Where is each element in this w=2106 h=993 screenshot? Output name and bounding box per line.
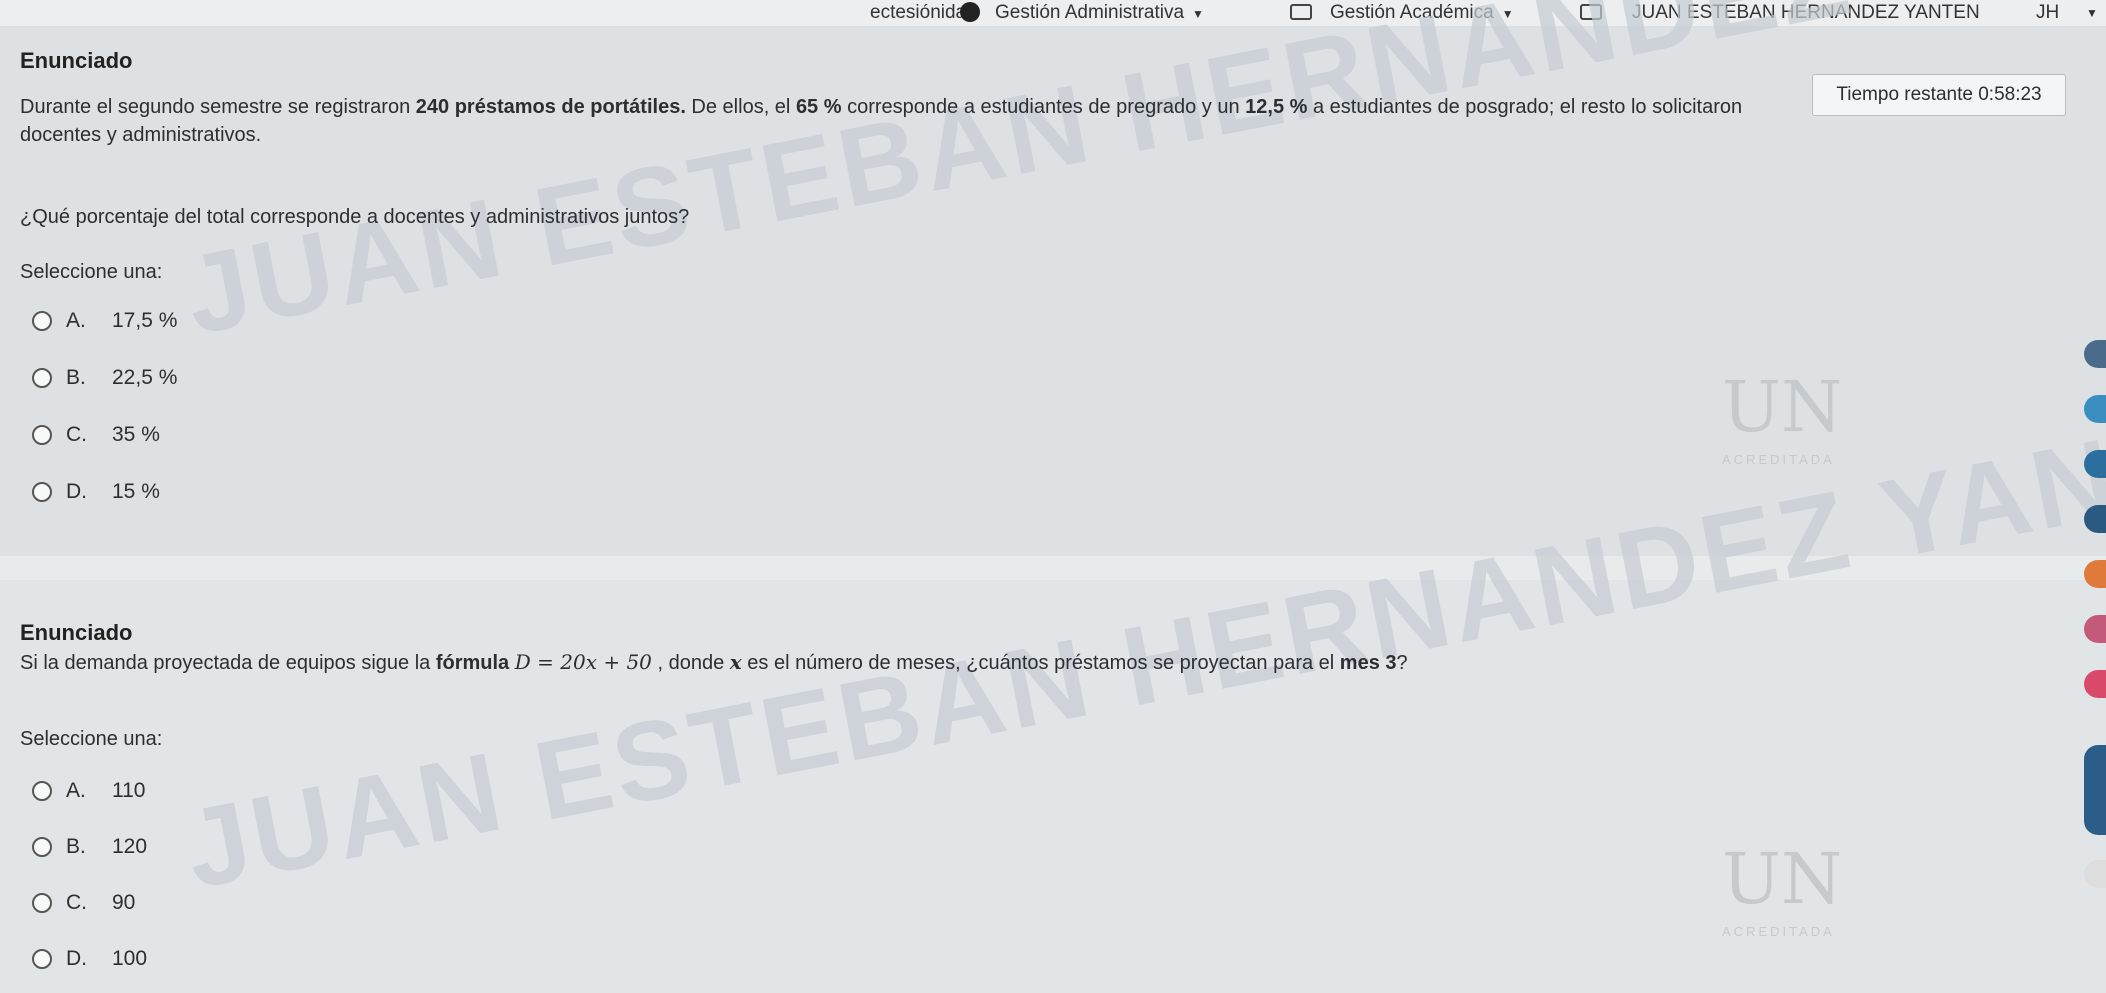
q2-bold-1: fórmula bbox=[435, 652, 510, 674]
mail-icon[interactable] bbox=[2084, 615, 2106, 643]
q2-formula: D = 20x + 50 bbox=[514, 650, 652, 674]
radio-button[interactable] bbox=[32, 837, 52, 857]
option-value: 100 bbox=[112, 947, 148, 970]
watermark-text: JUAN ESTEBAN HERNANDEZ YANTEN bbox=[175, 0, 2106, 359]
collapse-toolbar-arrow-icon[interactable] bbox=[2084, 745, 2106, 835]
info-icon bbox=[960, 2, 980, 22]
option-letter: B. bbox=[66, 835, 86, 858]
university-logo: UN ACREDITADA bbox=[1722, 356, 1852, 476]
option-value: 22,5 % bbox=[112, 366, 178, 389]
q1-option-b[interactable]: B. 22,5 % bbox=[32, 366, 177, 390]
radio-button[interactable] bbox=[32, 368, 52, 388]
q1-option-c[interactable]: C. 35 % bbox=[32, 423, 160, 447]
radio-button[interactable] bbox=[32, 311, 52, 331]
nav-admin-label: Gestión Administrativa bbox=[995, 2, 1185, 23]
option-letter: C. bbox=[66, 891, 87, 914]
q1-bold-1: 240 préstamos de portátiles. bbox=[415, 96, 686, 118]
q2-text-1: Si la demanda proyectada de equipos sigu… bbox=[20, 652, 436, 674]
q2-option-b[interactable]: B. 120 bbox=[32, 835, 147, 859]
option-letter: B. bbox=[66, 366, 86, 389]
question-2-heading: Enunciado bbox=[20, 620, 133, 645]
question-2-card: JUAN ESTEBAN HERNANDEZ YANTEN UN ACREDIT… bbox=[0, 369, 2106, 993]
question-1-statement: Durante el segundo semestre se registrar… bbox=[20, 96, 1742, 119]
radio-button[interactable] bbox=[32, 893, 52, 913]
question-2-statement: Si la demanda proyectada de equipos sigu… bbox=[20, 650, 1408, 675]
radio-button[interactable] bbox=[32, 425, 52, 445]
option-letter: A. bbox=[66, 309, 86, 332]
reading-icon[interactable] bbox=[2084, 560, 2106, 588]
time-remaining: Tiempo restante 0:58:23 bbox=[1812, 74, 2066, 116]
q2-text-4: ? bbox=[1396, 652, 1408, 674]
q2-option-c[interactable]: C. 90 bbox=[32, 891, 135, 915]
q1-text-3: corresponde a estudiantes de pregrado y … bbox=[841, 96, 1246, 118]
q1-bold-3: 12,5 % bbox=[1245, 96, 1308, 118]
logo-letters: UN bbox=[1722, 366, 1843, 448]
option-value: 35 % bbox=[112, 423, 160, 446]
nav-gestion-administrativa[interactable]: Gestión Administrativa ▼ bbox=[995, 2, 1204, 24]
select-one-label: Seleccione una: bbox=[20, 728, 163, 750]
hand-icon[interactable] bbox=[2084, 505, 2106, 533]
q2-bold-2: mes 3 bbox=[1339, 652, 1397, 674]
q1-text-2: De ellos, el bbox=[685, 96, 796, 118]
logo-accredited: ACREDITADA bbox=[1722, 924, 1835, 939]
accessibility-icon[interactable] bbox=[2084, 340, 2106, 368]
option-letter: D. bbox=[66, 480, 87, 503]
option-value: 120 bbox=[112, 835, 148, 858]
q1-text-1: Durante el segundo semestre se registrar… bbox=[20, 96, 416, 118]
text-size-icon[interactable] bbox=[2084, 670, 2106, 698]
q2-variable: x bbox=[729, 650, 742, 674]
option-value: 15 % bbox=[112, 480, 160, 503]
audio-icon[interactable] bbox=[2084, 395, 2106, 423]
logo-letters: UN bbox=[1722, 838, 1843, 920]
question-1-heading: Enunciado bbox=[20, 48, 133, 73]
option-letter: D. bbox=[66, 947, 87, 970]
user-menu-chevron-icon[interactable]: ▼ bbox=[2086, 6, 2098, 20]
university-logo: UN ACREDITADA bbox=[1722, 828, 1852, 948]
logo-accredited: ACREDITADA bbox=[1722, 452, 1835, 467]
option-value: 90 bbox=[112, 891, 136, 914]
option-letter: A. bbox=[66, 779, 86, 802]
q1-text-4: a estudiantes de posgrado; el resto lo s… bbox=[1307, 96, 1743, 118]
radio-button[interactable] bbox=[32, 482, 52, 502]
q2-text-3: es el número de meses, ¿cuántos préstamo… bbox=[741, 652, 1340, 674]
question-1-prompt: ¿Qué porcentaje del total corresponde a … bbox=[20, 206, 690, 228]
q2-option-a[interactable]: A. 110 bbox=[32, 779, 145, 803]
option-value: 110 bbox=[112, 779, 146, 802]
radio-button[interactable] bbox=[32, 781, 52, 801]
chevron-down-icon: ▼ bbox=[1192, 7, 1204, 21]
radio-button[interactable] bbox=[32, 949, 52, 969]
select-one-label: Seleccione una: bbox=[20, 261, 163, 283]
q2-text-2: , donde bbox=[651, 652, 730, 674]
user-avatar-initials[interactable]: JH bbox=[2036, 2, 2059, 24]
help-icon[interactable] bbox=[2084, 860, 2106, 888]
option-value: 17,5 % bbox=[112, 309, 178, 332]
contrast-icon[interactable] bbox=[2084, 450, 2106, 478]
q2-option-d[interactable]: D. 100 bbox=[32, 947, 147, 971]
q1-bold-2: 65 % bbox=[795, 96, 842, 118]
option-letter: C. bbox=[66, 423, 87, 446]
question-1-statement-line2: docentes y administrativos. bbox=[20, 124, 262, 146]
q1-option-a[interactable]: A. 17,5 % bbox=[32, 309, 177, 333]
q1-option-d[interactable]: D. 15 % bbox=[32, 480, 160, 504]
